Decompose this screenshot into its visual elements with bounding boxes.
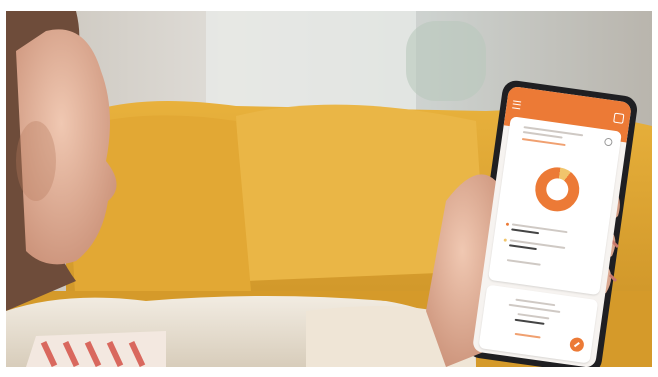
ear-shadow (16, 121, 56, 201)
donut-chart (532, 164, 583, 215)
account-card (478, 284, 599, 364)
fab-icon[interactable] (568, 336, 585, 353)
placeholder-line (506, 259, 541, 266)
legend-dot (503, 238, 507, 242)
placeholder-line (517, 313, 550, 320)
plant-blur (406, 21, 486, 101)
placeholder-line (521, 137, 566, 147)
photo-frame (6, 11, 652, 367)
window-blur (206, 11, 416, 111)
placeholder-line (514, 318, 545, 325)
legend-dot (505, 222, 510, 226)
menu-icon[interactable] (512, 100, 522, 110)
placeholder-line (508, 244, 537, 251)
bell-icon[interactable] (613, 112, 625, 124)
placeholder-line (511, 228, 540, 235)
summary-card (488, 116, 622, 296)
placeholder-line (514, 332, 541, 339)
settings-icon[interactable] (603, 137, 613, 147)
